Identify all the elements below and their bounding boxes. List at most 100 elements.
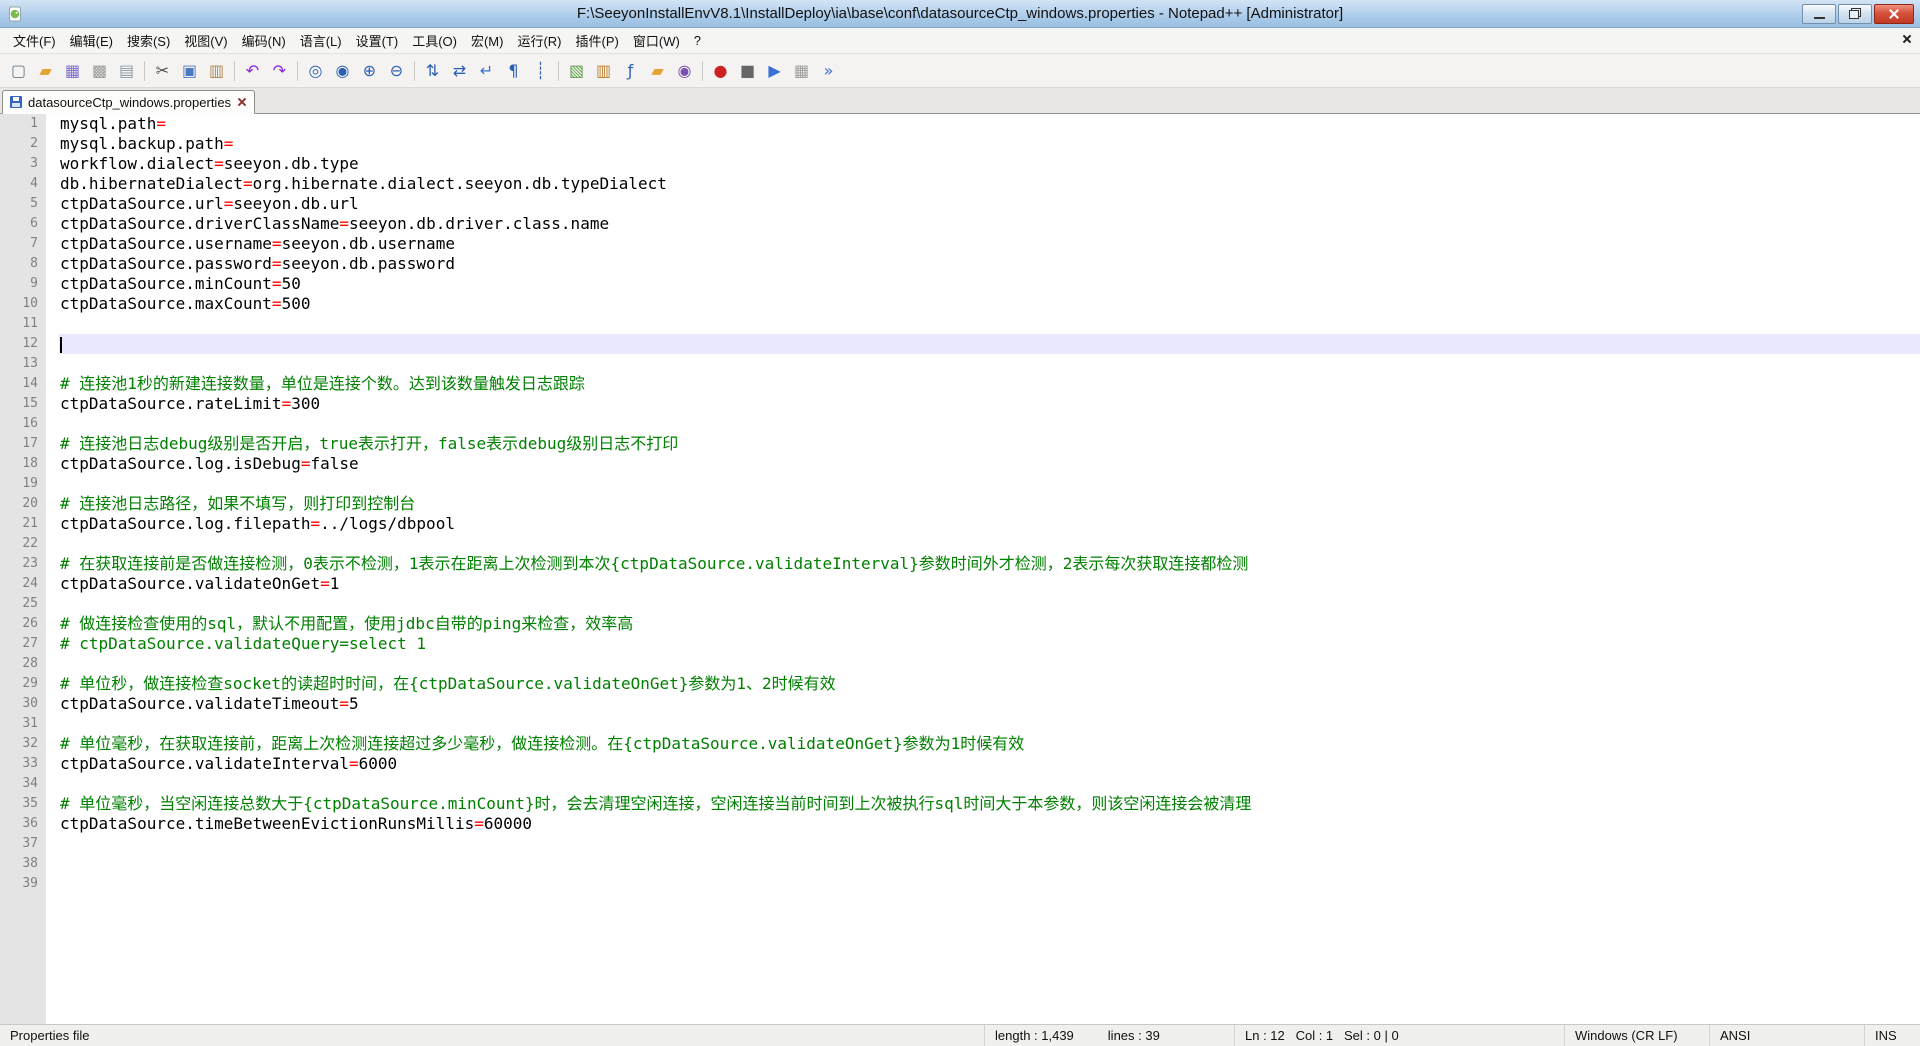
editor-line-18[interactable]: 18ctpDataSource.log.isDebug=false	[0, 454, 1920, 474]
line-number[interactable]: 18	[0, 454, 46, 474]
find-icon[interactable]: ◎	[303, 58, 328, 83]
macro-run-multiple-icon[interactable]: »	[816, 58, 841, 83]
status-encoding[interactable]: ANSI	[1710, 1025, 1865, 1046]
menu-item-language[interactable]: 语言(L)	[293, 28, 349, 53]
editor[interactable]: 1mysql.path=2mysql.backup.path=3workflow…	[0, 114, 1920, 1024]
line-number[interactable]: 14	[0, 374, 46, 394]
menu-item-view[interactable]: 视图(V)	[177, 28, 234, 53]
editor-line-21[interactable]: 21ctpDataSource.log.filepath=../logs/dbp…	[0, 514, 1920, 534]
editor-line-1[interactable]: 1mysql.path=	[0, 114, 1920, 134]
status-typing-mode[interactable]: INS	[1865, 1025, 1920, 1046]
show-all-characters-icon[interactable]: ¶	[501, 58, 526, 83]
line-number[interactable]: 3	[0, 154, 46, 174]
word-wrap-icon[interactable]: ↵	[474, 58, 499, 83]
editor-line-29[interactable]: 29# 单位秒，做连接检查socket的读超时时间，在{ctpDataSourc…	[0, 674, 1920, 694]
line-number[interactable]: 13	[0, 354, 46, 374]
minimize-button[interactable]	[1802, 4, 1836, 24]
monitoring-icon[interactable]: ◉	[672, 58, 697, 83]
open-folder-icon[interactable]: ▰	[33, 58, 58, 83]
editor-line-27[interactable]: 27# ctpDataSource.validateQuery=select 1	[0, 634, 1920, 654]
line-number[interactable]: 27	[0, 634, 46, 654]
line-number[interactable]: 30	[0, 694, 46, 714]
editor-line-26[interactable]: 26# 做连接检查使用的sql，默认不用配置，使用jdbc自带的ping来检查，…	[0, 614, 1920, 634]
maximize-restore-button[interactable]	[1838, 4, 1872, 24]
line-number[interactable]: 24	[0, 574, 46, 594]
document-map-icon[interactable]: ▥	[591, 58, 616, 83]
line-number[interactable]: 31	[0, 714, 46, 734]
editor-line-36[interactable]: 36ctpDataSource.timeBetweenEvictionRunsM…	[0, 814, 1920, 834]
editor-line-39[interactable]: 39	[0, 874, 1920, 894]
editor-line-12[interactable]: 12	[0, 334, 1920, 354]
editor-line-8[interactable]: 8ctpDataSource.password=seeyon.db.passwo…	[0, 254, 1920, 274]
folder-as-workspace-icon[interactable]: ▰	[645, 58, 670, 83]
menu-item-macro[interactable]: 宏(M)	[464, 28, 511, 53]
notepadpp-app-icon[interactable]	[6, 5, 24, 23]
editor-line-38[interactable]: 38	[0, 854, 1920, 874]
macro-stop-icon[interactable]: ■	[735, 58, 760, 83]
indent-guide-icon[interactable]: ┊	[528, 58, 553, 83]
line-number[interactable]: 2	[0, 134, 46, 154]
line-number[interactable]: 7	[0, 234, 46, 254]
menu-item-run[interactable]: 运行(R)	[510, 28, 568, 53]
zoom-out-icon[interactable]: ⊖	[384, 58, 409, 83]
editor-line-25[interactable]: 25	[0, 594, 1920, 614]
sync-vertical-scroll-icon[interactable]: ⇅	[420, 58, 445, 83]
function-list-icon[interactable]: ƒ	[618, 58, 643, 83]
editor-line-17[interactable]: 17# 连接池日志debug级别是否开启，true表示打开，false表示deb…	[0, 434, 1920, 454]
macro-record-icon[interactable]: ●	[708, 58, 733, 83]
editor-line-20[interactable]: 20# 连接池日志路径，如果不填写，则打印到控制台	[0, 494, 1920, 514]
editor-line-30[interactable]: 30ctpDataSource.validateTimeout=5	[0, 694, 1920, 714]
line-number[interactable]: 32	[0, 734, 46, 754]
macro-save-icon[interactable]: ▦	[789, 58, 814, 83]
line-number[interactable]: 23	[0, 554, 46, 574]
editor-line-22[interactable]: 22	[0, 534, 1920, 554]
menu-item-help[interactable]: ?	[687, 30, 708, 51]
editor-line-34[interactable]: 34	[0, 774, 1920, 794]
editor-line-31[interactable]: 31	[0, 714, 1920, 734]
line-number[interactable]: 36	[0, 814, 46, 834]
editor-line-10[interactable]: 10ctpDataSource.maxCount=500	[0, 294, 1920, 314]
line-number[interactable]: 22	[0, 534, 46, 554]
tab-datasourcectp-windows-properties[interactable]: datasourceCtp_windows.properties	[2, 90, 255, 114]
editor-line-35[interactable]: 35# 单位毫秒，当空闲连接总数大于{ctpDataSource.minCoun…	[0, 794, 1920, 814]
line-number[interactable]: 29	[0, 674, 46, 694]
line-number[interactable]: 19	[0, 474, 46, 494]
editor-line-15[interactable]: 15ctpDataSource.rateLimit=300	[0, 394, 1920, 414]
editor-line-33[interactable]: 33ctpDataSource.validateInterval=6000	[0, 754, 1920, 774]
editor-line-5[interactable]: 5ctpDataSource.url=seeyon.db.url	[0, 194, 1920, 214]
line-number[interactable]: 21	[0, 514, 46, 534]
status-eol-format[interactable]: Windows (CR LF)	[1565, 1025, 1710, 1046]
user-defined-language-icon[interactable]: ▧	[564, 58, 589, 83]
editor-line-14[interactable]: 14# 连接池1秒的新建连接数量，单位是连接个数。达到该数量触发日志跟踪	[0, 374, 1920, 394]
status-cursor-position[interactable]: Ln : 12 Col : 1 Sel : 0 | 0	[1235, 1025, 1565, 1046]
menu-item-encoding[interactable]: 编码(N)	[235, 28, 293, 53]
editor-line-24[interactable]: 24ctpDataSource.validateOnGet=1	[0, 574, 1920, 594]
menu-item-search[interactable]: 搜索(S)	[120, 28, 177, 53]
line-number[interactable]: 16	[0, 414, 46, 434]
line-number[interactable]: 39	[0, 874, 46, 894]
sync-horizontal-scroll-icon[interactable]: ⇄	[447, 58, 472, 83]
menu-item-tools[interactable]: 工具(O)	[405, 28, 464, 53]
menu-item-file[interactable]: 文件(F)	[6, 28, 63, 53]
line-number[interactable]: 38	[0, 854, 46, 874]
line-number[interactable]: 20	[0, 494, 46, 514]
line-number[interactable]: 26	[0, 614, 46, 634]
editor-line-16[interactable]: 16	[0, 414, 1920, 434]
editor-line-11[interactable]: 11	[0, 314, 1920, 334]
line-number[interactable]: 12	[0, 334, 46, 354]
close-button[interactable]	[1874, 4, 1914, 24]
line-number[interactable]: 10	[0, 294, 46, 314]
save-all-icon[interactable]: ▩	[87, 58, 112, 83]
line-number[interactable]: 37	[0, 834, 46, 854]
paste-icon[interactable]: ▥	[204, 58, 229, 83]
line-number[interactable]: 1	[0, 114, 46, 134]
editor-line-4[interactable]: 4db.hibernateDialect=org.hibernate.diale…	[0, 174, 1920, 194]
line-number[interactable]: 11	[0, 314, 46, 334]
editor-line-19[interactable]: 19	[0, 474, 1920, 494]
line-number[interactable]: 15	[0, 394, 46, 414]
menu-item-settings[interactable]: 设置(T)	[349, 28, 406, 53]
line-number[interactable]: 6	[0, 214, 46, 234]
editor-line-3[interactable]: 3workflow.dialect=seeyon.db.type	[0, 154, 1920, 174]
save-icon[interactable]: ▦	[60, 58, 85, 83]
line-number[interactable]: 4	[0, 174, 46, 194]
